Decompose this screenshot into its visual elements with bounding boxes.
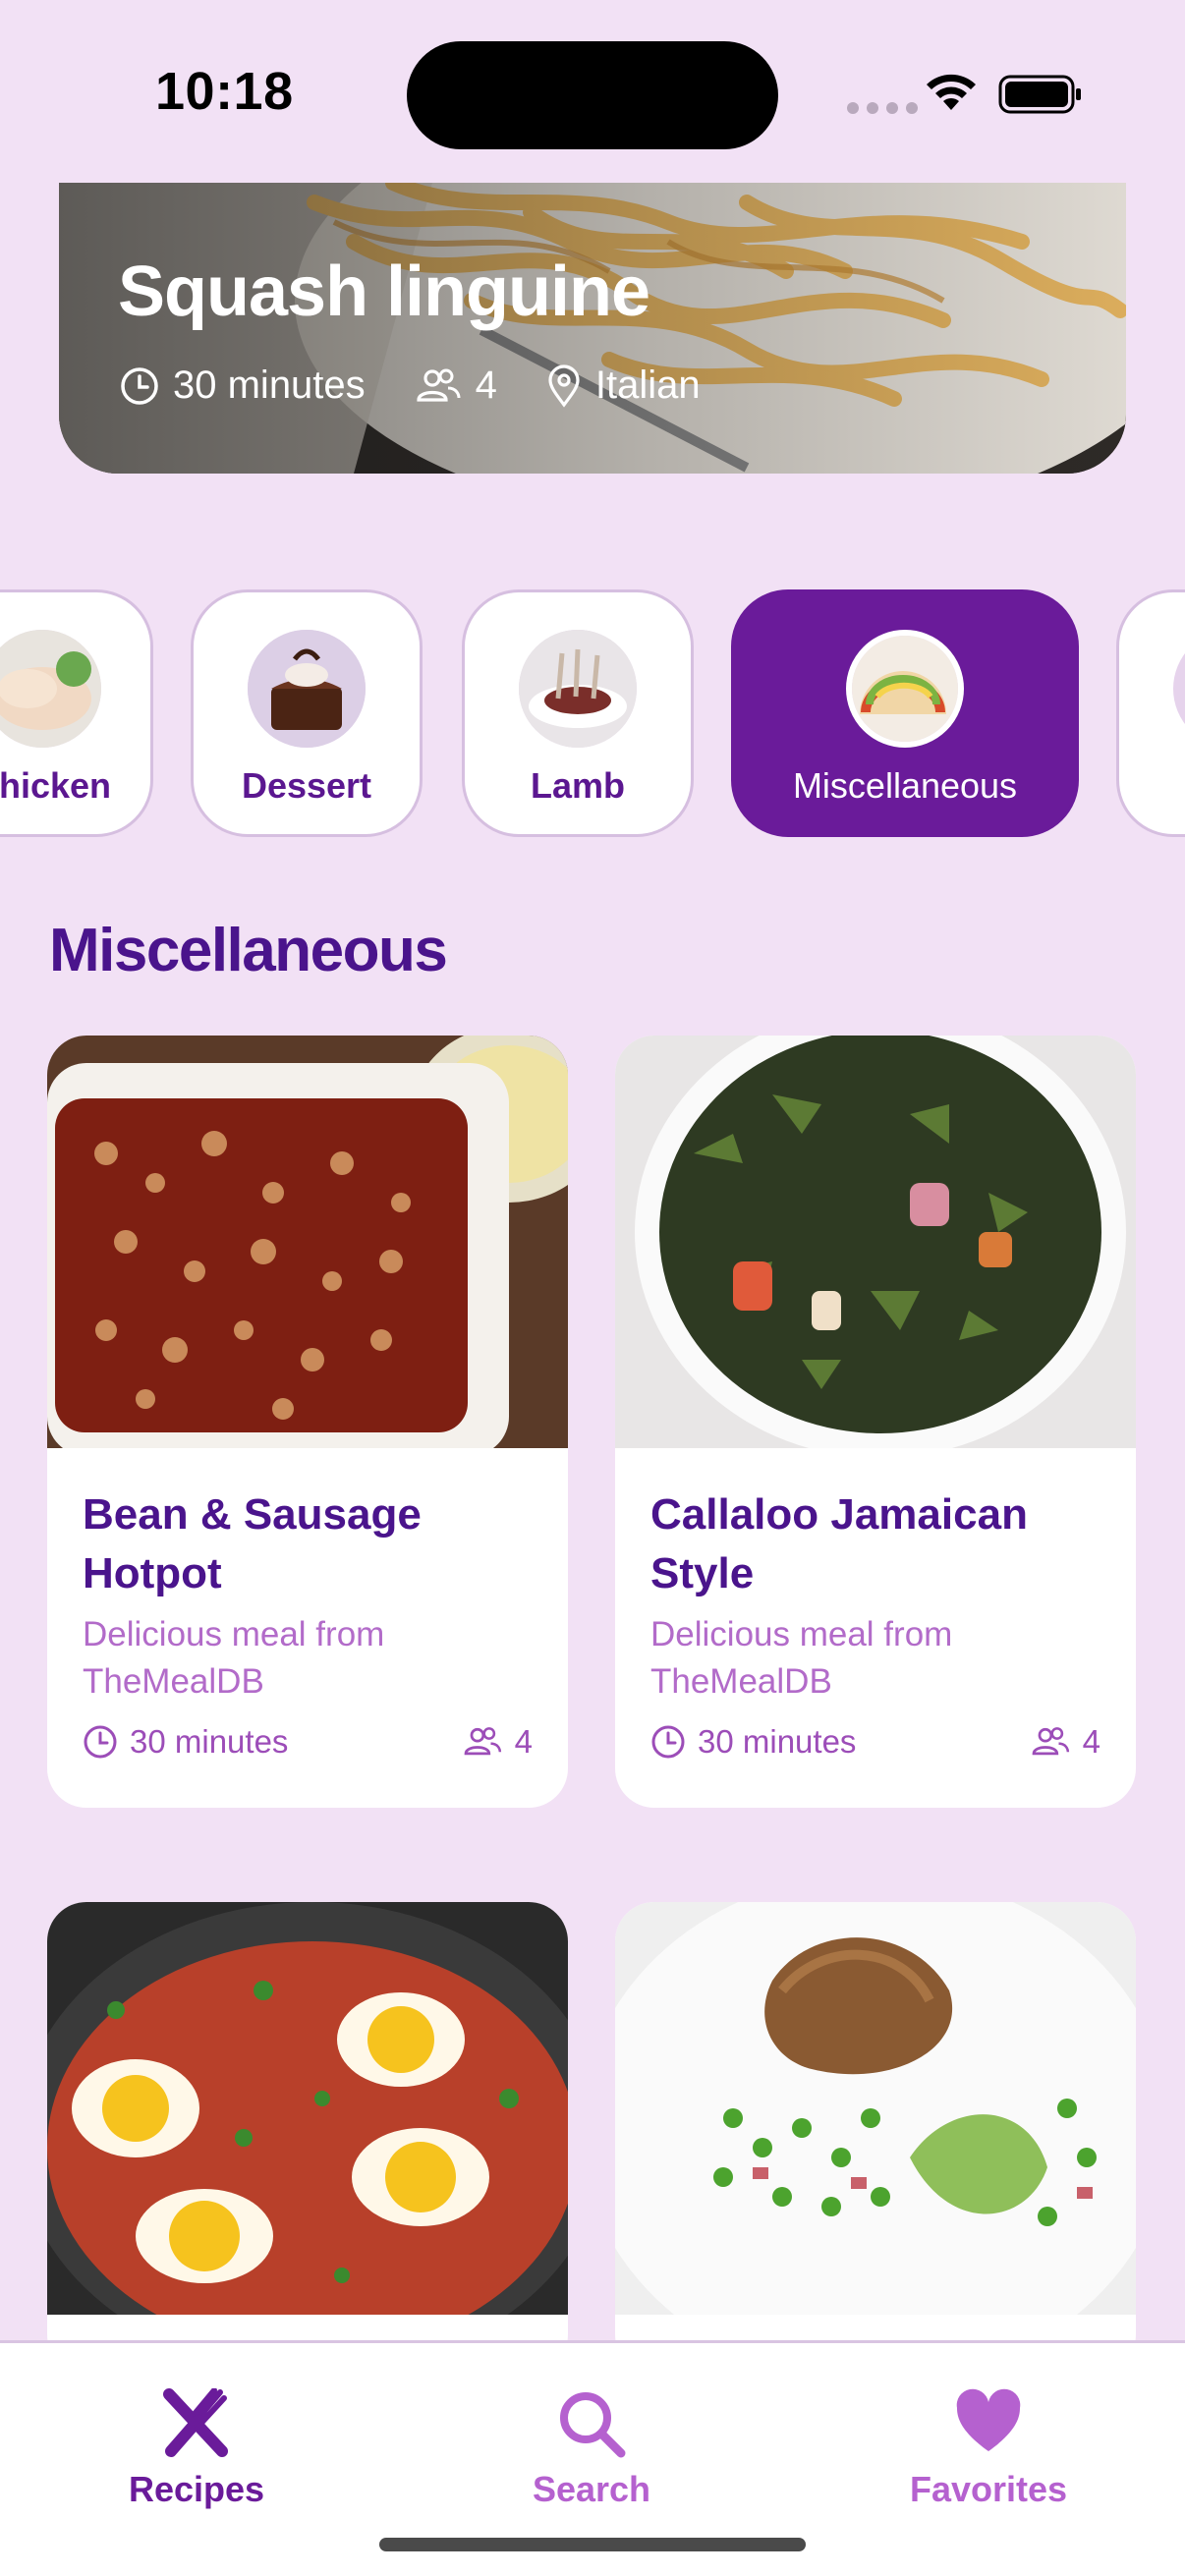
clock-icon <box>651 1725 685 1759</box>
recipe-card[interactable] <box>615 1902 1136 2374</box>
wifi-icon <box>927 74 976 110</box>
tab-label: Favorites <box>909 2469 1068 2509</box>
battery-icon <box>998 75 1081 114</box>
tab-favorites[interactable]: Favorites <box>861 2388 1116 2510</box>
category-chip-dessert[interactable]: Dessert <box>191 589 423 837</box>
people-icon <box>1032 1727 1069 1756</box>
dynamic-island <box>407 41 778 149</box>
category-label: Chicken <box>0 765 112 806</box>
category-image <box>1173 630 1185 748</box>
recipe-description: Delicious meal from TheMealDB <box>650 1615 953 1701</box>
recipe-servings: 4 <box>1082 1723 1100 1760</box>
clock-icon <box>121 366 158 405</box>
category-label: Miscellaneous <box>792 765 1018 806</box>
heart-icon <box>956 2388 1021 2451</box>
featured-recipe-title: Squash linguine <box>118 252 650 331</box>
recipe-card[interactable]: Bean & Sausage Hotpot Delicious meal fro… <box>47 1036 568 1808</box>
clock-icon <box>84 1725 117 1759</box>
status-time: 10:18 <box>155 62 294 121</box>
tab-search[interactable]: Search <box>464 2388 719 2510</box>
status-bar: 10:18 <box>0 0 1185 187</box>
featured-recipe-cuisine: Italian <box>594 364 701 407</box>
featured-recipe-servings: 4 <box>475 364 497 407</box>
recipe-image <box>47 1036 568 1448</box>
recipe-time: 30 minutes <box>698 1723 857 1760</box>
recipe-image <box>615 1902 1136 2315</box>
recipe-title: Bean & Sausage Hotpot <box>83 1490 422 1597</box>
featured-recipe-meta: 30 minutes 4 Italian <box>120 364 750 408</box>
category-label: Dessert <box>241 765 372 806</box>
category-chip-miscellaneous[interactable]: Miscellaneous <box>731 589 1079 837</box>
category-chip-next[interactable] <box>1116 589 1185 837</box>
location-pin-icon <box>548 364 580 408</box>
utensils-icon <box>163 2388 228 2457</box>
recipe-description: Delicious meal from TheMealDB <box>83 1615 385 1701</box>
cellular-signal-icon <box>847 102 918 114</box>
recipe-image <box>615 1036 1136 1448</box>
tab-label: Search <box>532 2469 651 2509</box>
category-chip-chicken[interactable]: Chicken <box>0 589 153 837</box>
category-label: Lamb <box>530 765 625 806</box>
recipe-image <box>47 1902 568 2315</box>
tab-label: Recipes <box>128 2469 265 2509</box>
category-chip-lamb[interactable]: Lamb <box>462 589 694 837</box>
tab-recipes[interactable]: Recipes <box>69 2388 324 2510</box>
search-icon <box>560 2392 626 2458</box>
featured-recipe-time: 30 minutes <box>173 364 366 407</box>
featured-recipe-card[interactable]: Squash linguine 30 minutes 4 Italian <box>59 183 1126 474</box>
section-title: Miscellaneous <box>49 917 448 984</box>
recipe-servings: 4 <box>514 1723 533 1760</box>
dessert-image <box>248 630 366 748</box>
recipe-time: 30 minutes <box>130 1723 289 1760</box>
people-icon <box>417 368 461 402</box>
recipe-card[interactable]: Callaloo Jamaican Style Delicious meal f… <box>615 1036 1136 1808</box>
lamb-image <box>519 630 637 748</box>
category-scroller[interactable]: Chicken Dessert Lamb Miscellaneous <box>0 589 1185 841</box>
recipe-title: Callaloo Jamaican Style <box>650 1490 1028 1597</box>
people-icon <box>464 1727 501 1756</box>
chicken-image <box>0 630 101 748</box>
recipe-card[interactable] <box>47 1902 568 2374</box>
home-indicator <box>379 2538 806 2551</box>
tacos-image <box>846 630 964 748</box>
